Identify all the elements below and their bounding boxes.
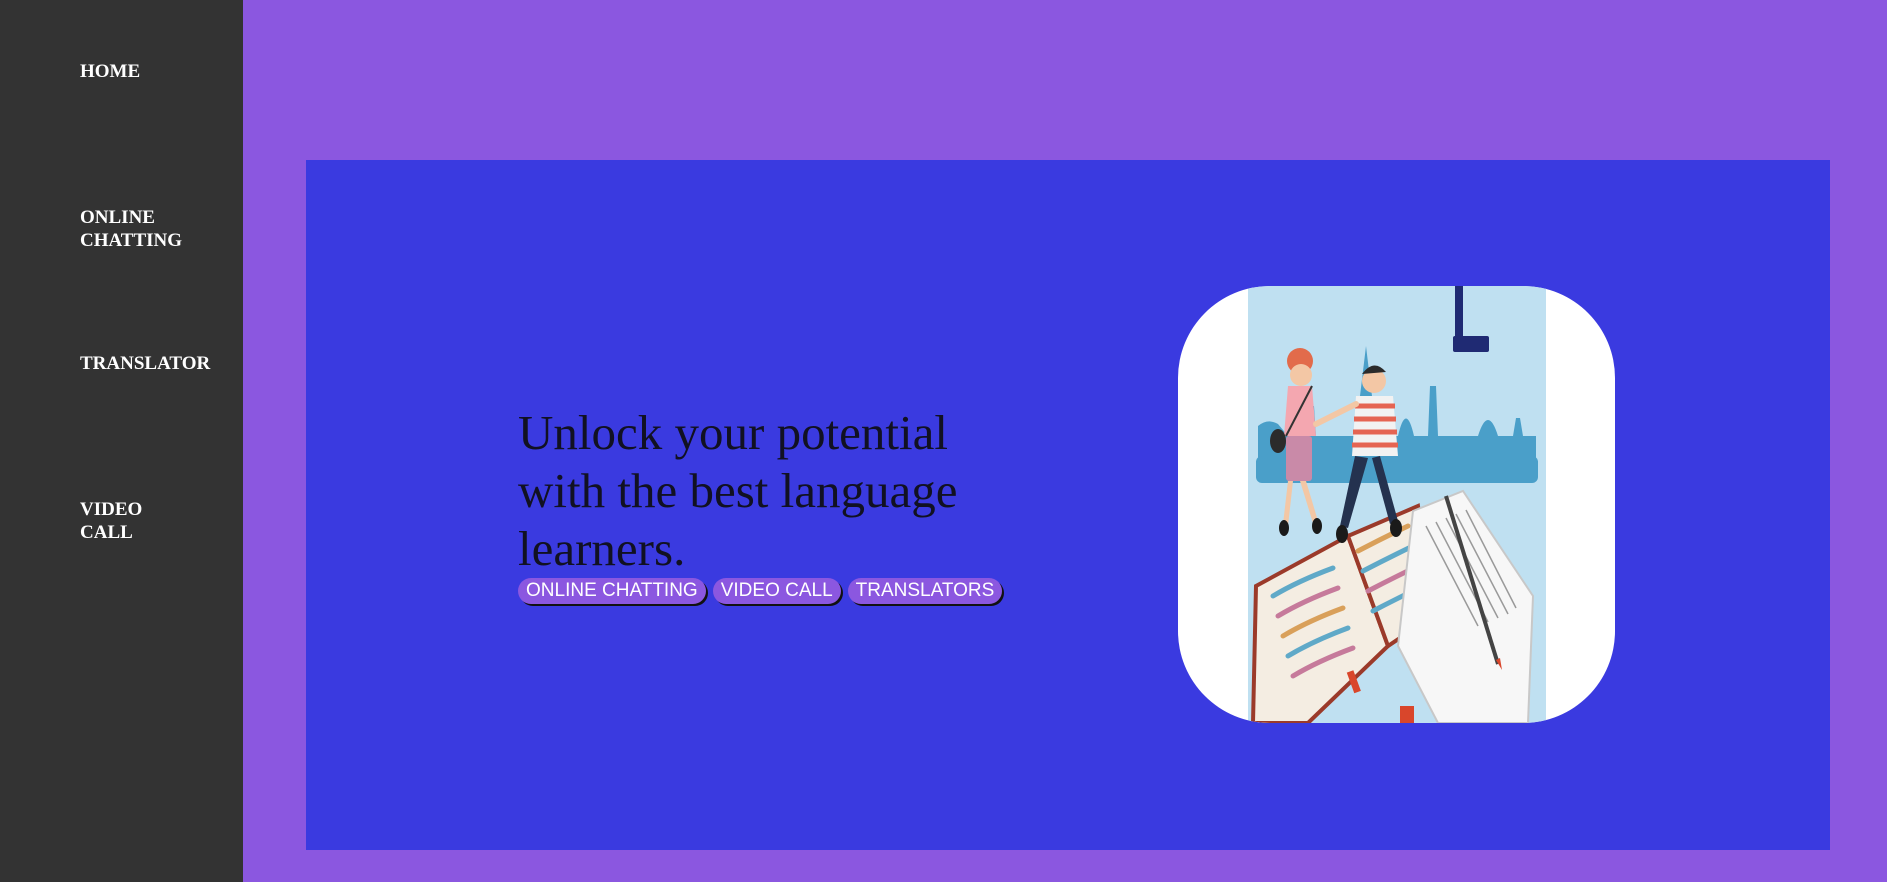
nav-link-video-call[interactable]: VIDEO CALL: [80, 498, 160, 544]
nav-link-home[interactable]: HOME: [80, 60, 220, 83]
video-call-button[interactable]: VIDEO CALL: [712, 578, 841, 604]
language-learners-illustration: [1248, 286, 1546, 723]
hero-panel: Unlock your potential with the best lang…: [306, 160, 1830, 850]
hero-image-frame: [1178, 286, 1615, 723]
hero-button-row: ONLINE CHATTING VIDEO CALL TRANSLATORS: [518, 578, 1003, 604]
nav-link-online-chatting[interactable]: ONLINE CHATTING: [80, 206, 200, 252]
online-chatting-button[interactable]: ONLINE CHATTING: [518, 578, 706, 604]
sidebar: HOME ONLINE CHATTING TRANSLATOR VIDEO CA…: [0, 0, 243, 882]
translators-button[interactable]: TRANSLATORS: [847, 578, 1003, 604]
hero-headline: Unlock your potential with the best lang…: [518, 405, 958, 576]
nav-link-translator[interactable]: TRANSLATOR: [80, 352, 230, 375]
